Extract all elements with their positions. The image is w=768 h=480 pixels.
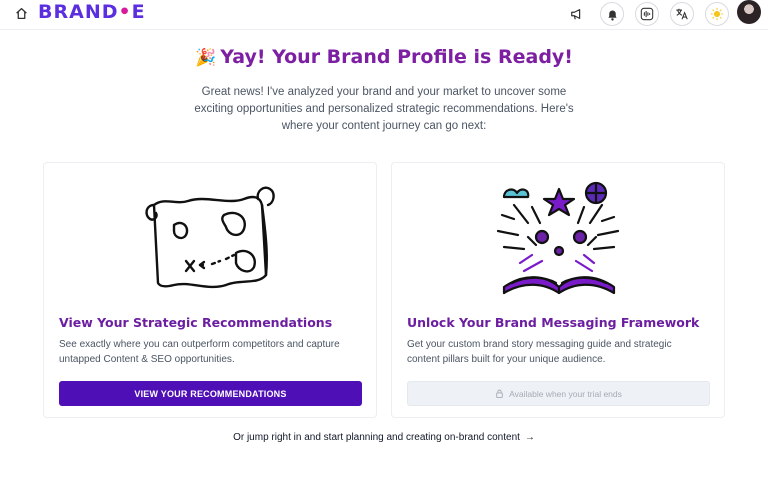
- card-description: See exactly where you can outperform com…: [59, 339, 340, 365]
- open-book-burst-icon: [496, 181, 620, 295]
- audio-wave-icon[interactable]: [635, 2, 659, 26]
- arrow-right-icon: →: [524, 432, 535, 443]
- jump-right-in-link[interactable]: Or jump right in and start planning and …: [0, 432, 768, 443]
- messaging-framework-card: Unlock Your Brand Messaging Framework Ge…: [391, 162, 725, 418]
- brand-logo[interactable]: BRAND•E: [38, 1, 146, 23]
- avatar[interactable]: [737, 0, 761, 24]
- translate-icon[interactable]: [670, 2, 694, 26]
- page-title: 🎉 Yay! Your Brand Profile is Ready!: [195, 46, 573, 68]
- card-title: View Your Strategic Recommendations: [59, 315, 333, 330]
- trial-locked-button: Available when your trial ends: [407, 381, 710, 406]
- home-icon[interactable]: [12, 4, 30, 22]
- lock-icon: [496, 389, 503, 398]
- sun-icon[interactable]: [705, 2, 729, 26]
- card-description: Get your custom brand story messaging gu…: [407, 339, 672, 365]
- megaphone-icon[interactable]: [565, 2, 589, 26]
- top-header: BRAND•E: [0, 0, 768, 30]
- party-popper-icon: 🎉: [195, 48, 217, 68]
- card-title: Unlock Your Brand Messaging Framework: [407, 315, 700, 330]
- recommendations-card: View Your Strategic Recommendations See …: [43, 162, 377, 418]
- treasure-map-icon: [145, 186, 275, 289]
- page-subtitle: Great news! I've analyzed your brand and…: [194, 86, 574, 132]
- trial-locked-label: Available when your trial ends: [509, 388, 622, 399]
- view-recommendations-button[interactable]: VIEW YOUR RECOMMENDATIONS: [59, 381, 362, 406]
- bell-icon[interactable]: [600, 2, 624, 26]
